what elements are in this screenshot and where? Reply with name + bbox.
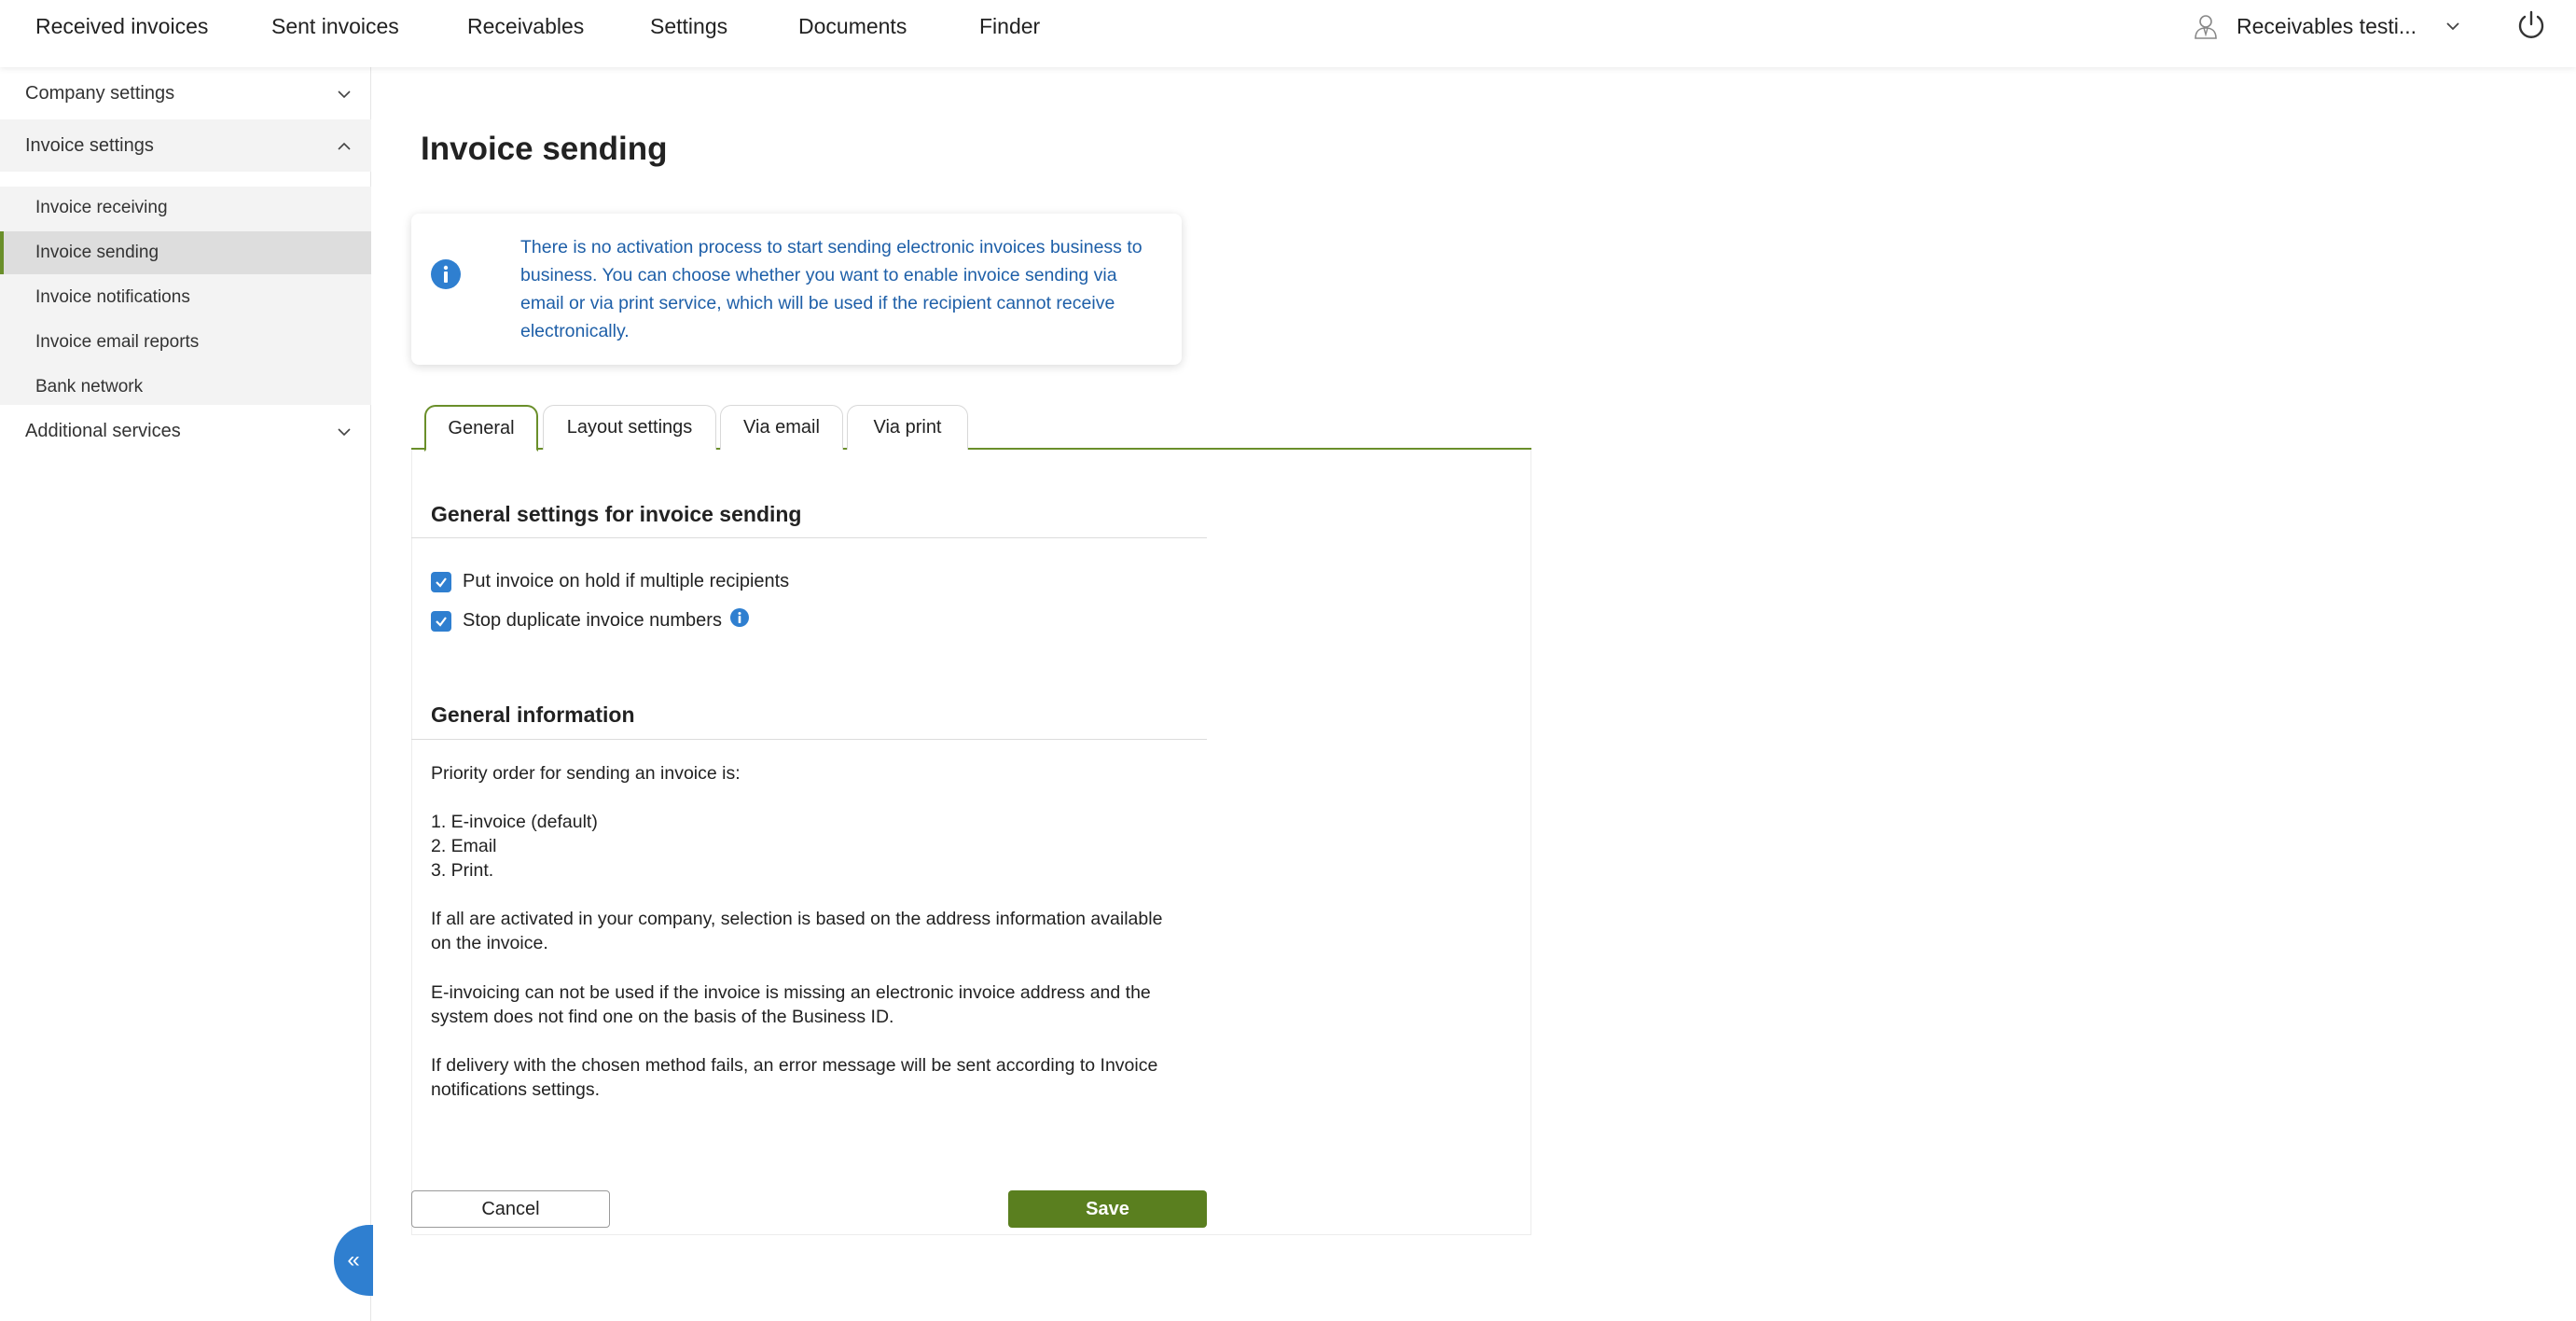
sidebar-item-label: Invoice receiving <box>35 198 168 217</box>
general-information-heading: General information <box>431 702 635 727</box>
chevron-down-icon <box>338 90 351 99</box>
info-paragraph-2: E-invoicing can not be used if the invoi… <box>431 982 1151 1027</box>
chevron-down-icon <box>2446 22 2459 31</box>
nav-finder[interactable]: Finder <box>979 13 1040 39</box>
sidebar: Company settings Invoice settings Invoic… <box>0 67 371 1321</box>
stop-duplicate-numbers-checkbox[interactable] <box>431 610 451 632</box>
sidebar-group-label: Additional services <box>25 420 181 441</box>
sidebar-group-label: Company settings <box>25 82 175 104</box>
nav-sent-invoices[interactable]: Sent invoices <box>271 13 399 39</box>
priority-intro: Priority order for sending an invoice is… <box>431 763 741 784</box>
checkbox-row-hold-multiple-recipients: Put invoice on hold if multiple recipien… <box>431 571 789 592</box>
sidebar-item-invoice-notifications[interactable]: Invoice notifications <box>0 276 371 319</box>
save-button[interactable]: Save <box>1008 1190 1207 1228</box>
chevron-up-icon <box>338 142 351 150</box>
user-menu[interactable]: Receivables testi... <box>2192 11 2461 41</box>
checkmark-icon <box>436 577 447 588</box>
checkbox-label: Put invoice on hold if multiple recipien… <box>463 571 790 591</box>
checkbox-row-stop-duplicates: Stop duplicate invoice numbers <box>431 607 750 632</box>
sidebar-group-additional-services[interactable]: Additional services <box>0 405 371 457</box>
nav-settings[interactable]: Settings <box>650 13 727 39</box>
divider <box>411 739 1207 740</box>
double-chevron-left-icon: « <box>347 1247 360 1272</box>
info-paragraph-3: If delivery with the chosen method fails… <box>431 1055 1158 1100</box>
sidebar-item-invoice-receiving[interactable]: Invoice receiving <box>0 187 371 229</box>
tab-general[interactable]: General <box>424 405 538 452</box>
priority-item-2: 2. Email <box>431 836 497 856</box>
checkbox-label: Stop duplicate invoice numbers <box>463 610 722 631</box>
sidebar-item-invoice-sending[interactable]: Invoice sending <box>0 231 371 274</box>
priority-item-3: 3. Print. <box>431 860 494 881</box>
divider <box>411 537 1207 538</box>
info-icon[interactable] <box>729 607 750 628</box>
power-icon[interactable] <box>2515 9 2547 41</box>
sidebar-group-invoice-settings[interactable]: Invoice settings <box>0 119 371 172</box>
user-icon <box>2195 15 2217 39</box>
sidebar-item-invoice-email-reports[interactable]: Invoice email reports <box>0 321 371 364</box>
tab-label: General <box>448 417 515 438</box>
priority-item-1: 1. E-invoice (default) <box>431 812 598 832</box>
cancel-button[interactable]: Cancel <box>411 1190 610 1228</box>
page-title: Invoice sending <box>421 131 668 167</box>
sidebar-group-company-settings[interactable]: Company settings <box>0 67 371 119</box>
tab-via-print[interactable]: Via print <box>847 405 968 450</box>
sidebar-item-bank-network[interactable]: Bank network <box>0 366 371 409</box>
info-notice: There is no activation process to start … <box>411 214 1182 365</box>
info-icon <box>431 259 461 289</box>
info-paragraph-1: If all are activated in your company, se… <box>431 909 1163 953</box>
tab-label: Via email <box>743 417 820 438</box>
tab-layout-settings[interactable]: Layout settings <box>543 405 716 450</box>
user-name: Receivables testi... <box>2237 13 2417 38</box>
top-navigation-bar: Received invoices Sent invoices Receivab… <box>0 0 2576 67</box>
tab-label: Via print <box>873 417 942 438</box>
sidebar-item-label: Invoice email reports <box>35 332 200 352</box>
general-settings-heading: General settings for invoice sending <box>431 502 802 526</box>
invoice-settings-submenu: Invoice receiving Invoice sending Invoic… <box>0 187 371 405</box>
sidebar-group-label: Invoice settings <box>25 134 154 156</box>
checkmark-icon <box>436 616 447 627</box>
nav-documents[interactable]: Documents <box>798 13 907 39</box>
hold-multiple-recipients-checkbox[interactable] <box>431 571 451 592</box>
sidebar-item-label: Bank network <box>35 377 144 396</box>
chevron-down-icon <box>338 428 351 437</box>
tab-label: Layout settings <box>566 417 693 438</box>
sidebar-item-label: Invoice notifications <box>35 287 190 307</box>
nav-received-invoices[interactable]: Received invoices <box>35 13 208 39</box>
tab-via-email[interactable]: Via email <box>720 405 843 450</box>
sidebar-item-label: Invoice sending <box>35 243 159 262</box>
nav-receivables[interactable]: Receivables <box>467 13 584 39</box>
info-text: There is no activation process to start … <box>520 237 1143 341</box>
